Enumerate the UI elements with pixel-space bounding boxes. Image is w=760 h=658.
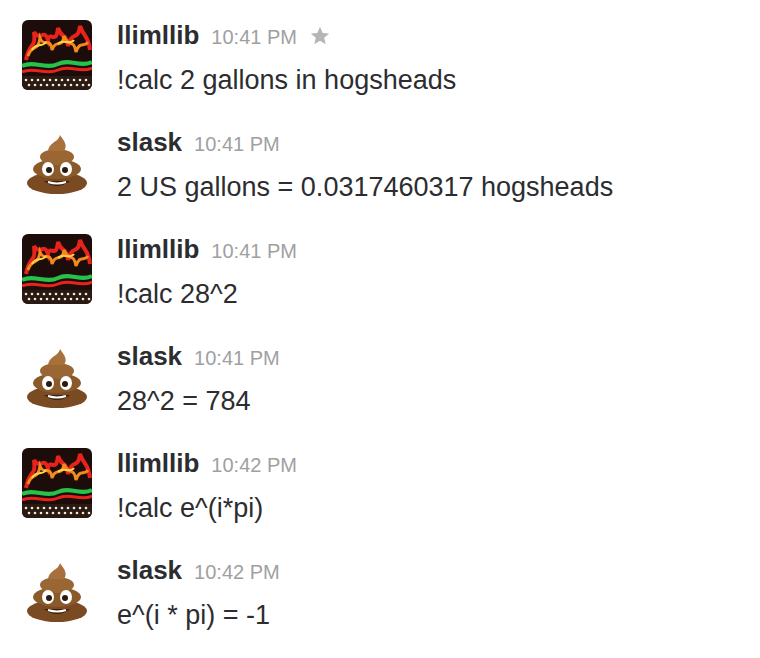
message-header: llimllib 10:41 PM xyxy=(117,18,456,54)
username[interactable]: llimllib xyxy=(117,446,199,480)
message-body: slask 10:41 PM 2 US gallons = 0.0317460317… xyxy=(117,125,613,205)
message-body: llimllib 10:41 PM !calc 2 gallons in hogsh… xyxy=(117,18,456,98)
message-text: !calc 28^2 xyxy=(117,276,331,312)
message-header: slask 10:42 PM xyxy=(117,553,314,589)
message-text: e^(i * pi) = -1 xyxy=(117,597,314,633)
timestamp[interactable]: 10:42 PM xyxy=(194,555,280,589)
message-text: 28^2 = 784 xyxy=(117,383,314,419)
message: slask 10:42 PM e^(i * pi) = -1 xyxy=(0,553,760,658)
timestamp[interactable]: 10:41 PM xyxy=(211,234,297,268)
username[interactable]: llimllib xyxy=(117,18,199,52)
message-text: 2 US gallons = 0.0317460317 hogsheads xyxy=(117,169,613,205)
poop-avatar-icon[interactable] xyxy=(22,127,92,197)
message-header: slask 10:41 PM xyxy=(117,339,314,375)
message-text: !calc e^(i*pi) xyxy=(117,490,331,526)
message-body: llimllib 10:41 PM !calc 28^2 xyxy=(117,232,331,312)
timestamp[interactable]: 10:41 PM xyxy=(194,341,280,375)
timestamp[interactable]: 10:42 PM xyxy=(211,448,297,482)
message: llimllib 10:41 PM !calc 2 gallons in hogsh… xyxy=(0,18,760,125)
message-body: llimllib 10:42 PM !calc e^(i*pi) xyxy=(117,446,331,526)
message-header: llimllib 10:41 PM xyxy=(117,232,331,268)
username[interactable]: llimllib xyxy=(117,232,199,266)
star-icon[interactable] xyxy=(309,25,331,47)
message-text: !calc 2 gallons in hogsheads xyxy=(117,62,456,98)
poop-avatar-icon[interactable] xyxy=(22,341,92,411)
message-list: llimllib 10:41 PM !calc 2 gallons in hogsh… xyxy=(0,0,760,658)
neon-avatar-icon[interactable] xyxy=(22,234,92,304)
message: llimllib 10:41 PM !calc 28^2 xyxy=(0,232,760,339)
timestamp[interactable]: 10:41 PM xyxy=(211,20,297,54)
message: slask 10:41 PM 28^2 = 784 xyxy=(0,339,760,446)
neon-avatar-icon[interactable] xyxy=(22,20,92,90)
timestamp[interactable]: 10:41 PM xyxy=(194,127,280,161)
message-body: slask 10:42 PM e^(i * pi) = -1 xyxy=(117,553,314,633)
username[interactable]: slask xyxy=(117,125,182,159)
username[interactable]: slask xyxy=(117,553,182,587)
message-header: slask 10:41 PM xyxy=(117,125,613,161)
message: slask 10:41 PM 2 US gallons = 0.0317460317… xyxy=(0,125,760,232)
neon-avatar-icon[interactable] xyxy=(22,448,92,518)
poop-avatar-icon[interactable] xyxy=(22,555,92,625)
message-header: llimllib 10:42 PM xyxy=(117,446,331,482)
message: llimllib 10:42 PM !calc e^(i*pi) xyxy=(0,446,760,553)
message-body: slask 10:41 PM 28^2 = 784 xyxy=(117,339,314,419)
username[interactable]: slask xyxy=(117,339,182,373)
